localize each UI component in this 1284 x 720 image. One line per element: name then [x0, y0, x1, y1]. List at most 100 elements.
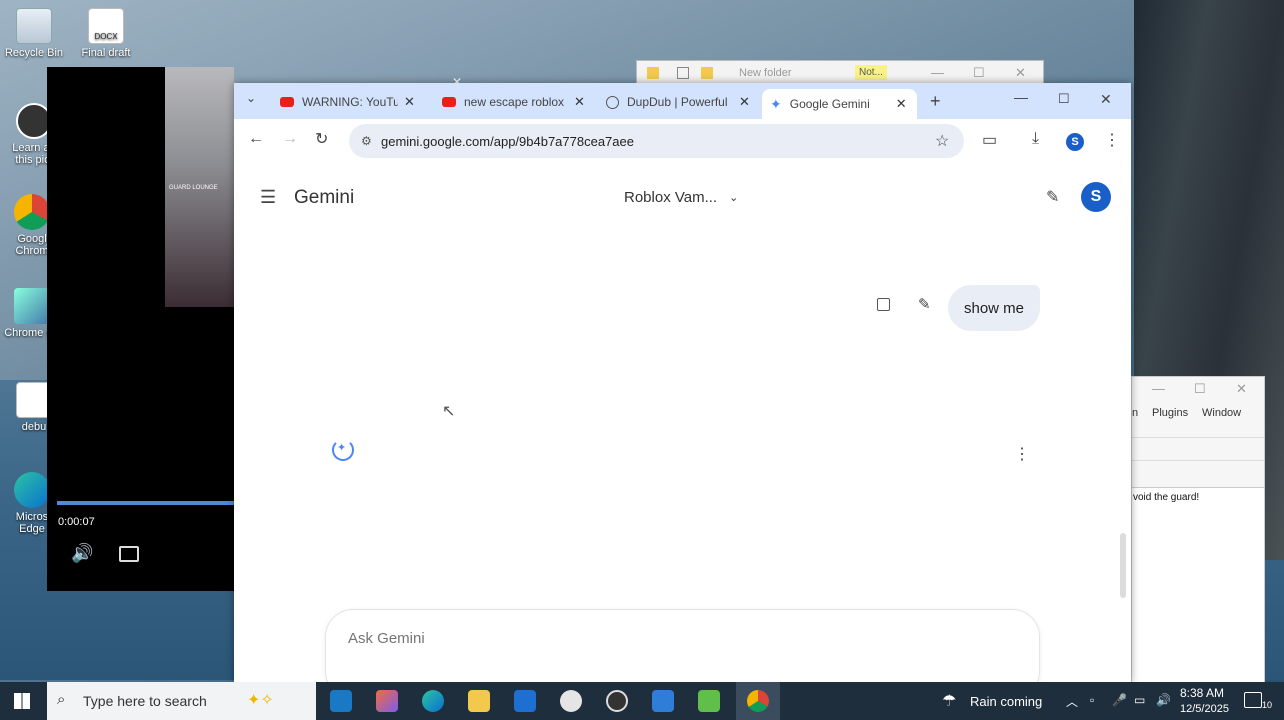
- tab-label: DupDub | Powerful: [627, 95, 728, 109]
- search-icon: ⌕: [57, 691, 66, 708]
- tab-search-icon[interactable]: ⌄: [246, 91, 256, 105]
- site-info-icon[interactable]: ⚙: [361, 134, 372, 148]
- editor-text: void the guard!: [1133, 492, 1200, 503]
- desktop-icon-final-draft[interactable]: DOCX Final draft: [76, 8, 136, 59]
- outlook-icon[interactable]: [514, 690, 536, 712]
- profile-avatar[interactable]: S: [1066, 133, 1084, 151]
- taskbar: ⌕ Type here to search ✦✧ ☂ Rain coming ︿…: [0, 682, 1284, 720]
- reload-icon[interactable]: ↻: [315, 129, 328, 149]
- youtube-icon: [442, 97, 456, 107]
- clock-time[interactable]: 8:38 AM: [1180, 686, 1224, 700]
- tab-label: WARNING: YouTub: [302, 95, 398, 109]
- explorer-title: New folder: [739, 67, 792, 79]
- notepad-plus-plus-icon[interactable]: [698, 690, 720, 712]
- menu-item-window[interactable]: Window: [1202, 407, 1241, 419]
- notification-center-icon[interactable]: [1244, 692, 1262, 708]
- video-frame: GUARD LOUNGE: [165, 67, 234, 307]
- minimize-icon[interactable]: —: [1152, 381, 1165, 396]
- chrome-window[interactable]: ⌄ WARNING: YouTub ✕ new escape roblox ✕ …: [234, 83, 1131, 683]
- tab-google-gemini[interactable]: ✦ Google Gemini ✕: [762, 89, 917, 119]
- taskbar-search-box[interactable]: ⌕ Type here to search ✦✧: [47, 682, 316, 720]
- close-icon[interactable]: ✕: [1236, 381, 1247, 397]
- video-player-window[interactable]: GUARD LOUNGE ✕ 0:00:07 🔊: [47, 67, 462, 591]
- gemini-brand[interactable]: Gemini: [294, 187, 354, 209]
- weather-text[interactable]: Rain coming: [970, 694, 1042, 709]
- folder-icon: [701, 67, 713, 79]
- edge-icon[interactable]: [422, 690, 444, 712]
- close-icon[interactable]: ✕: [574, 94, 585, 110]
- menu-kebab-icon[interactable]: ⋮: [1104, 130, 1120, 150]
- taskbar-search-placeholder: Type here to search: [83, 693, 207, 709]
- loading-spinner-icon: ✦: [332, 439, 354, 461]
- video-time: 0:00:07: [58, 516, 95, 528]
- reading-mode-icon[interactable]: ▭: [982, 130, 997, 150]
- close-icon[interactable]: ✕: [739, 94, 750, 110]
- conversation-title-dropdown[interactable]: Roblox Vam... ⌄: [624, 189, 738, 206]
- edge-icon: [14, 472, 50, 508]
- tab-dupdub[interactable]: DupDub | Powerful ✕: [606, 91, 750, 113]
- menu-item-plugins[interactable]: Plugins: [1152, 407, 1188, 419]
- desktop-icon-label: Recycle Bin: [4, 47, 64, 59]
- notification-count: 10: [1262, 700, 1273, 710]
- video-progress-bar[interactable]: [57, 501, 234, 505]
- maximize-icon[interactable]: ☐: [1194, 381, 1206, 397]
- editor-window[interactable]: — ☐ ✕ n Plugins Window void the guard!: [1131, 376, 1265, 683]
- bookmark-star-icon[interactable]: ☆: [935, 131, 949, 151]
- network-icon[interactable]: ▭: [1134, 693, 1145, 707]
- microsoft-store-icon[interactable]: [330, 690, 352, 712]
- menu-item[interactable]: n: [1132, 407, 1138, 419]
- download-icon[interactable]: ⤓: [1032, 130, 1039, 148]
- scrollbar[interactable]: [1120, 533, 1126, 598]
- back-icon[interactable]: ←: [248, 130, 264, 148]
- tab-escape-roblox[interactable]: new escape roblox ✕: [442, 91, 585, 113]
- recorder-icon[interactable]: [606, 690, 628, 712]
- media-player-icon[interactable]: [652, 690, 674, 712]
- copy-icon[interactable]: [877, 298, 890, 311]
- new-chat-icon[interactable]: ✎: [1046, 187, 1059, 207]
- address-bar[interactable]: ⚙ gemini.google.com/app/9b4b7a778cea7aee…: [349, 124, 964, 158]
- forward-icon[interactable]: →: [282, 130, 298, 148]
- close-icon[interactable]: ✕: [1015, 65, 1026, 81]
- usb-icon[interactable]: ▫: [1090, 693, 1094, 707]
- microphone-icon[interactable]: 🎤: [1112, 693, 1127, 707]
- gemini-icon: ✦: [770, 95, 782, 112]
- folder-icon: [647, 67, 659, 79]
- globe-icon: [606, 95, 619, 109]
- installer-icon: [14, 288, 50, 324]
- gemini-app: ☰ Gemini Roblox Vam... ⌄ ✎ S ✎ show me ✦…: [234, 163, 1131, 683]
- volume-icon[interactable]: 🔊: [71, 543, 93, 564]
- minimize-icon[interactable]: —: [1014, 89, 1028, 105]
- tab-warning-youtube[interactable]: WARNING: YouTub ✕: [280, 91, 415, 113]
- chrome-icon[interactable]: [747, 690, 769, 712]
- close-icon[interactable]: ✕: [1100, 91, 1112, 108]
- minimize-icon[interactable]: —: [931, 65, 944, 80]
- clock-date[interactable]: 12/5/2025: [1180, 703, 1229, 715]
- desktop-icon-label: Final draft: [81, 47, 131, 59]
- chevron-up-icon[interactable]: ︿: [1066, 693, 1078, 710]
- weather-rain-icon[interactable]: ☂: [942, 691, 956, 711]
- windows-start-icon[interactable]: [14, 693, 30, 709]
- maximize-icon[interactable]: ☐: [973, 65, 985, 81]
- edit-pencil-icon[interactable]: ✎: [918, 295, 931, 313]
- copilot-icon[interactable]: [376, 690, 398, 712]
- editor-toolbar: [1132, 437, 1264, 461]
- docx-file-icon: DOCX: [88, 8, 124, 44]
- user-avatar[interactable]: S: [1081, 182, 1111, 212]
- editor-text-area[interactable]: void the guard!: [1132, 487, 1264, 683]
- hamburger-menu-icon[interactable]: ☰: [260, 187, 276, 208]
- file-explorer-icon[interactable]: [468, 690, 490, 712]
- prompt-input[interactable]: [348, 630, 948, 647]
- speaker-icon[interactable]: 🔊: [1156, 693, 1171, 707]
- prompt-box[interactable]: [325, 609, 1040, 683]
- response-options-icon[interactable]: ⋮: [1014, 444, 1030, 464]
- new-tab-icon[interactable]: +: [930, 91, 941, 112]
- scene-sign: GUARD LOUNGE: [169, 185, 218, 191]
- desktop-icon-recycle-bin[interactable]: Recycle Bin: [4, 8, 64, 59]
- file-type-badge: DOCX: [94, 32, 118, 41]
- maximize-icon[interactable]: ☐: [1058, 91, 1070, 107]
- search-highlight-icon: ✦✧: [247, 692, 274, 709]
- close-icon[interactable]: ✕: [896, 96, 907, 112]
- captions-icon[interactable]: [119, 546, 139, 562]
- app-icon[interactable]: [560, 690, 582, 712]
- close-icon[interactable]: ✕: [404, 94, 415, 110]
